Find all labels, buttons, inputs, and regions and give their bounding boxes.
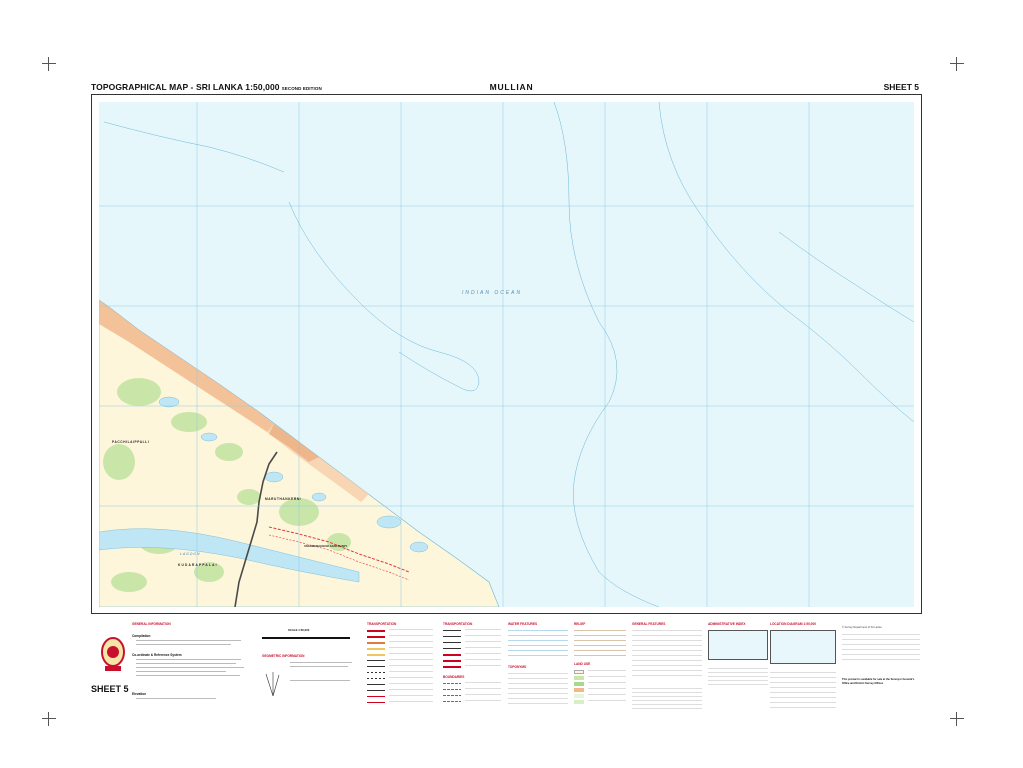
general-features-heading: GENERAL FEATURES <box>632 622 666 626</box>
legend-symbol-black <box>367 660 385 661</box>
legend-symbol-black <box>367 690 385 691</box>
legend-text-lines <box>465 682 501 704</box>
legend-symbol-boundary <box>443 695 461 696</box>
legend-text-lines <box>508 673 568 705</box>
legend-symbol-red <box>367 630 385 632</box>
boundaries-heading: BOUNDARIES <box>443 675 465 679</box>
sanctuary-label: VADAMARACHCHI SANCTUARY <box>304 544 348 548</box>
legend-text-lines <box>389 629 433 705</box>
place-label-pacchilaippalli: PACCHILAIPPALLI <box>112 440 150 444</box>
legend-symbol-dashed <box>367 678 385 679</box>
relief-heading: RELIEF <box>574 622 586 626</box>
legend-symbol-boundary <box>443 701 461 702</box>
text-line <box>290 680 350 681</box>
text-line <box>136 698 216 699</box>
legend-symbol-boundary <box>443 689 461 690</box>
general-info-heading: GENERAL INFORMATION <box>132 622 171 626</box>
place-label-maruthankerni: MARUTHANKERNI <box>265 497 302 501</box>
landuse-swatch <box>574 700 584 704</box>
legend-symbol-orange <box>367 642 385 644</box>
location-diagram-heading: LOCATION DIAGRAM 1:50,000 <box>770 622 816 626</box>
legend-symbol-red <box>443 654 461 656</box>
admin-index-heading: ADMINISTRATIVE INDEX <box>708 622 746 626</box>
registration-mark-bottom-right <box>950 712 964 726</box>
legend-symbol-red <box>443 666 461 668</box>
geometric-info-heading: GEOMETRIC INFORMATION <box>262 654 305 658</box>
scale-label: SCALE 1:50,000 <box>288 628 310 632</box>
legend-text-lines <box>770 672 836 708</box>
legend-symbol-red <box>367 636 385 638</box>
legend-text-lines <box>632 688 702 710</box>
text-line <box>290 666 348 667</box>
legend-symbol-black <box>443 636 461 637</box>
landuse-swatch <box>574 670 584 674</box>
legend-text-lines <box>842 634 920 660</box>
legend-symbol-black <box>443 642 461 643</box>
sheet-number: SHEET 5 <box>883 82 919 92</box>
location-diagram-map <box>770 630 836 664</box>
registration-mark-top-left <box>42 57 56 71</box>
legend-text-lines <box>632 630 702 680</box>
ocean-label: INDIAN OCEAN <box>462 290 523 296</box>
map-name-title: MULLIAN <box>489 82 534 92</box>
legend-symbol-boundary <box>443 683 461 684</box>
legend-water-lines <box>508 630 568 660</box>
text-line <box>136 671 226 672</box>
survey-department-emblem <box>99 634 127 674</box>
registration-mark-bottom-left <box>42 712 56 726</box>
landuse-swatch <box>574 676 584 680</box>
text-line <box>136 663 236 664</box>
water-features-heading: WATER FEATURES <box>508 622 538 626</box>
text-line <box>136 644 231 645</box>
transportation-heading-2: TRANSPORTATION <box>443 622 473 626</box>
legend-symbol-black <box>367 684 385 685</box>
elevation-heading: Elevation <box>132 692 147 696</box>
product-note: This product is available for sale at th… <box>842 678 915 685</box>
legend-symbol-dashed <box>367 672 385 673</box>
legend-symbol-yellow <box>367 654 385 656</box>
legend-symbol-black <box>443 648 461 649</box>
landuse-swatch <box>574 694 584 698</box>
legend-symbol-red <box>443 660 461 662</box>
text-line <box>136 675 240 676</box>
sheet-label-footer: SHEET 5 <box>91 684 129 694</box>
landuse-swatch <box>574 688 584 692</box>
coords-heading: Co-ordinate & Reference System <box>132 653 182 657</box>
landuse-swatch <box>574 682 584 686</box>
map-canvas <box>99 102 914 607</box>
legend-relief-lines <box>574 630 626 656</box>
legend-symbol-black <box>443 630 461 631</box>
text-line <box>136 659 241 660</box>
text-line <box>290 662 352 663</box>
legend-text-lines <box>588 670 626 704</box>
legend-text-lines <box>465 629 501 669</box>
legend-symbol-yellow <box>367 648 385 650</box>
scale-bar <box>262 637 350 639</box>
legend-text-lines <box>708 668 768 688</box>
legend-symbol-red <box>367 702 385 704</box>
legend-symbol-red <box>367 696 385 698</box>
compilation-heading: Compilation <box>132 634 151 638</box>
lagoon-label: LAGOON <box>180 552 201 556</box>
copyright-note: © Survey Department of Sri Lanka <box>842 626 882 629</box>
registration-mark-top-right <box>950 57 964 71</box>
text-line <box>136 667 244 668</box>
text-line <box>136 640 241 641</box>
toponyms-heading: TOPONYMS <box>508 665 527 669</box>
land-use-heading: LAND USE <box>574 662 591 666</box>
place-label-kudarappalai: KUDARAPPALAI <box>178 563 218 567</box>
admin-index-map <box>708 630 768 660</box>
transportation-heading-1: TRANSPORTATION <box>367 622 397 626</box>
legend-symbol-black <box>367 666 385 667</box>
north-arrow-icon <box>265 672 280 697</box>
